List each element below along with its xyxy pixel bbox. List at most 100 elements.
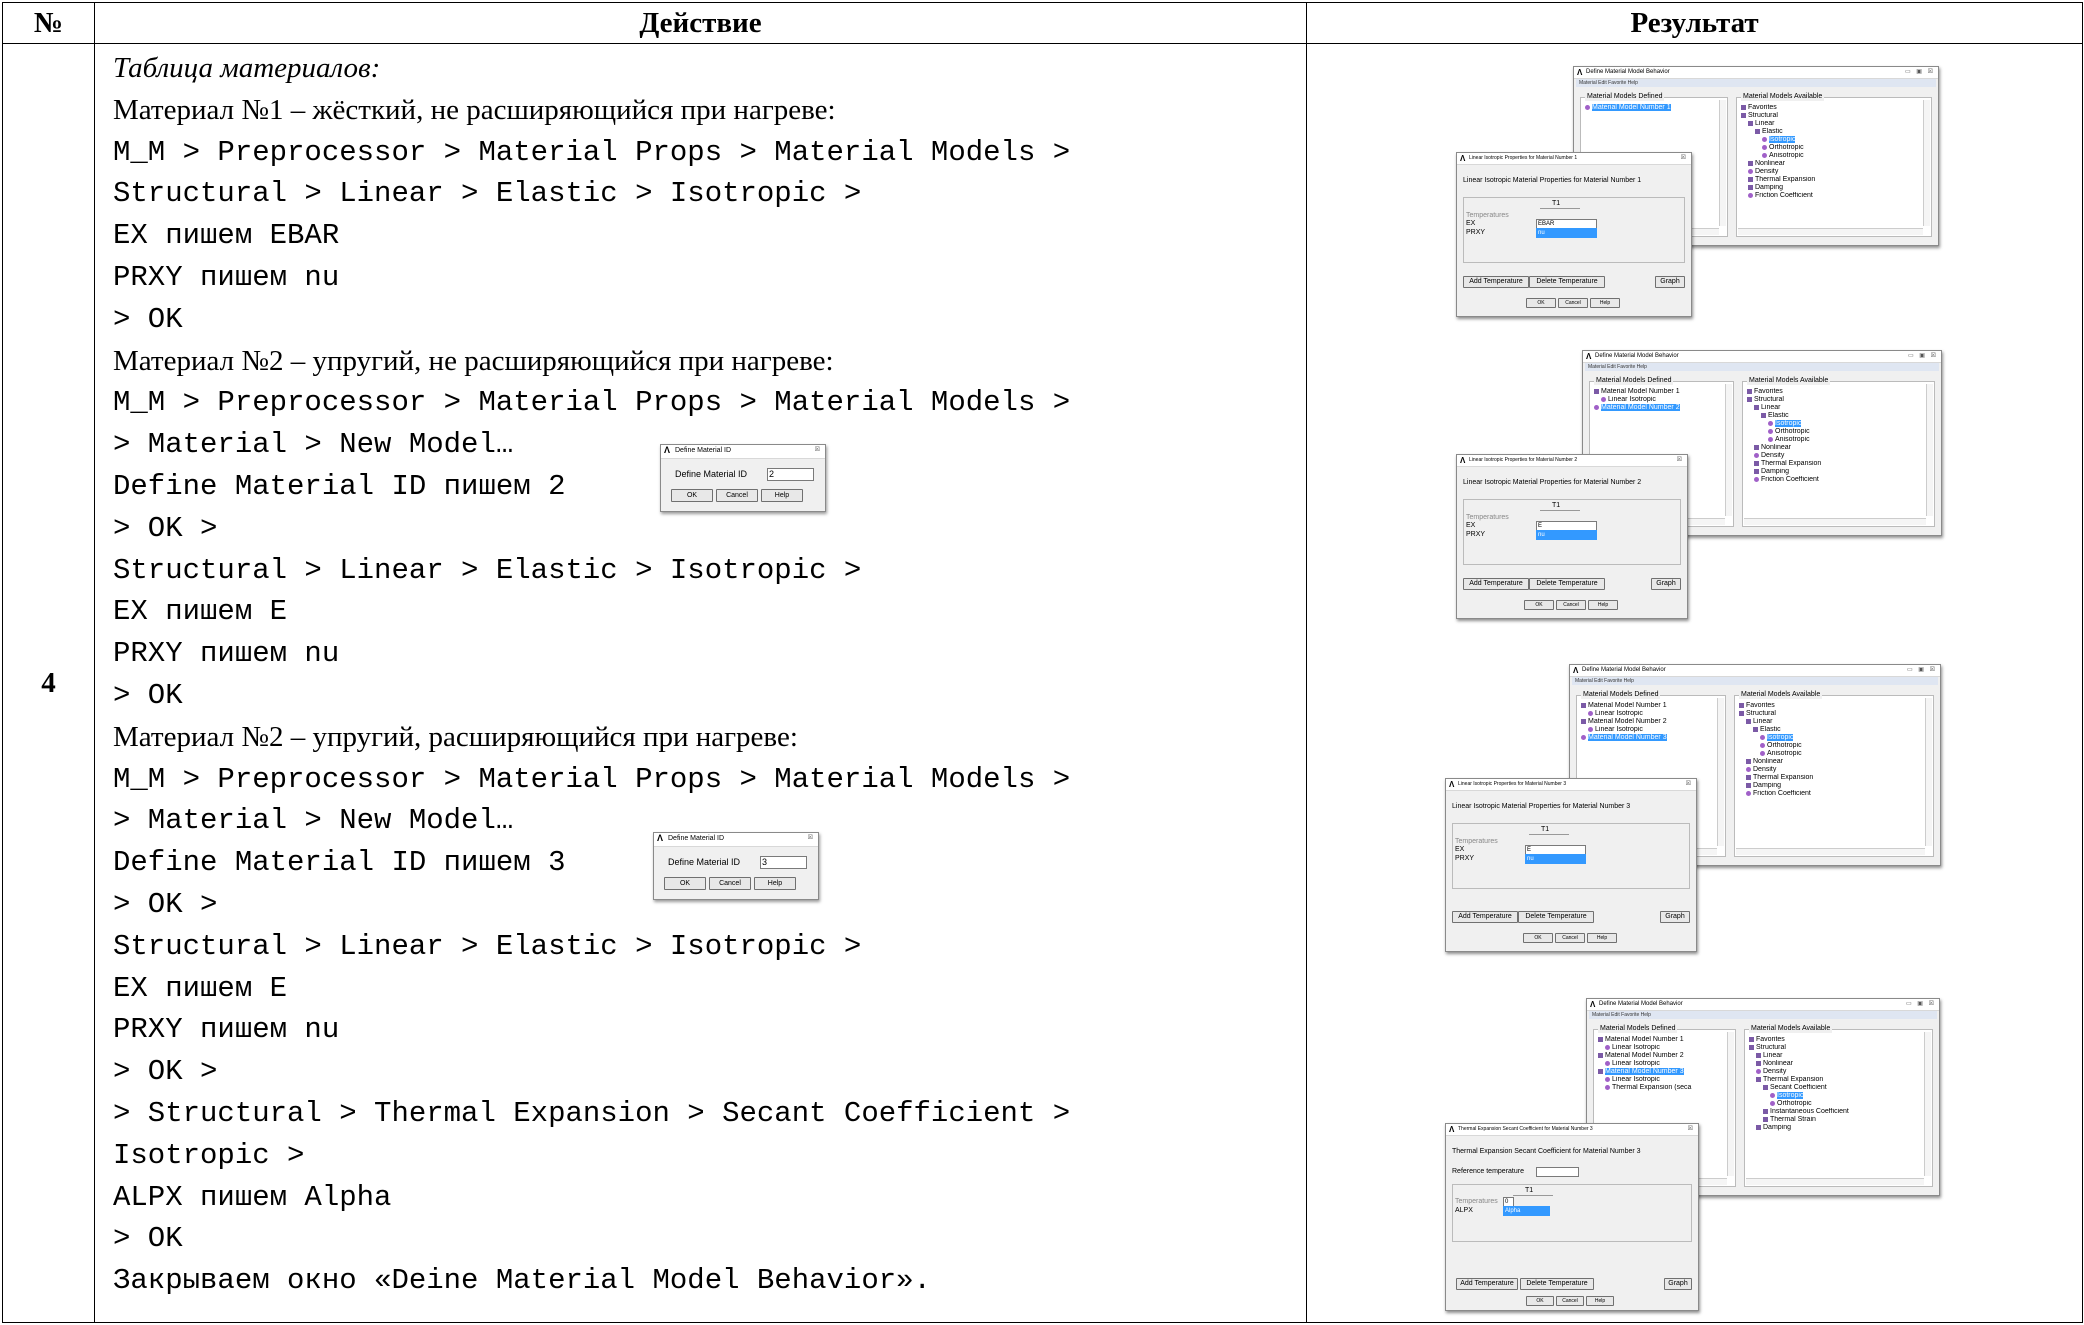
tree-item[interactable]: Linear [1747, 404, 1924, 412]
tree-item[interactable]: Material Model Number 1 [1594, 388, 1723, 396]
tree-item[interactable]: Elastic [1747, 412, 1924, 420]
tree-item[interactable]: Density [1741, 168, 1921, 176]
scrollbar[interactable] [1717, 698, 1724, 846]
alpx-input[interactable]: Alpha [1503, 1206, 1550, 1216]
menu-bar[interactable]: Material Edit Favorite Help [1585, 363, 1939, 371]
property-input[interactable]: nu [1536, 530, 1597, 540]
tree-item[interactable]: Favorites [1739, 702, 1923, 710]
tree-item[interactable]: Structural [1739, 710, 1923, 718]
tree-item[interactable]: Linear Isotropic [1598, 1076, 1725, 1084]
scrollbar[interactable] [1727, 1032, 1734, 1176]
tree-item[interactable]: Nonlinear [1749, 1060, 1922, 1068]
cancel-button[interactable]: Cancel [1555, 933, 1585, 943]
material-id-input[interactable]: 2 [767, 468, 814, 481]
tree-item[interactable]: Isotropic [1747, 420, 1924, 428]
help-button[interactable]: Help [1590, 298, 1620, 308]
tree-item[interactable]: Material Model Number 3 [1581, 734, 1715, 742]
scrollbar[interactable] [1923, 100, 1930, 226]
scrollbar[interactable] [1744, 518, 1926, 525]
close-icon[interactable]: ☒ [815, 446, 822, 454]
tree-item[interactable]: Linear Isotropic [1594, 396, 1723, 404]
close-icon[interactable]: ☒ [1681, 154, 1688, 162]
cancel-button[interactable]: Cancel [716, 489, 758, 502]
tree-item[interactable]: Structural [1749, 1044, 1922, 1052]
tree-item[interactable]: Elastic [1741, 128, 1921, 136]
delete-temperature-button[interactable]: Delete Temperature [1520, 1278, 1594, 1290]
tree-item[interactable]: Damping [1739, 782, 1923, 790]
tree-item[interactable]: Orthotropic [1747, 428, 1924, 436]
ok-button[interactable]: OK [1524, 600, 1554, 610]
graph-button[interactable]: Graph [1655, 276, 1685, 288]
tree-item[interactable]: Density [1739, 766, 1923, 774]
cancel-button[interactable]: Cancel [1558, 298, 1588, 308]
tree-item[interactable]: Linear [1741, 120, 1921, 128]
tree-item[interactable]: Damping [1747, 468, 1924, 476]
menu-bar[interactable]: Material Edit Favorite Help [1589, 1011, 1937, 1019]
tree-item[interactable]: Material Model Number 2 [1594, 404, 1723, 412]
tree-item[interactable]: Anisotropic [1739, 750, 1923, 758]
tree-item[interactable]: Anisotropic [1741, 152, 1921, 160]
tree-item[interactable]: Favorites [1741, 104, 1921, 112]
scrollbar[interactable] [1924, 1032, 1931, 1176]
tree-item[interactable]: Isotropic [1739, 734, 1923, 742]
ok-button[interactable]: OK [1526, 298, 1556, 308]
tree-item[interactable]: Anisotropic [1747, 436, 1924, 444]
scrollbar[interactable] [1719, 100, 1726, 226]
tree-item[interactable]: Linear Isotropic [1598, 1044, 1725, 1052]
tree-item[interactable]: Structural [1741, 112, 1921, 120]
tree-item[interactable]: Friction Coefficient [1741, 192, 1921, 200]
tree-item[interactable]: Nonlinear [1747, 444, 1924, 452]
delete-temperature-button[interactable]: Delete Temperature [1518, 911, 1594, 923]
help-button[interactable]: Help [1587, 933, 1617, 943]
tree-item[interactable]: Linear Isotropic [1581, 710, 1715, 718]
tree-item[interactable]: Orthotropic [1739, 742, 1923, 750]
tree-item[interactable]: Favorites [1749, 1036, 1922, 1044]
cancel-button[interactable]: Cancel [1556, 600, 1586, 610]
material-id-input[interactable]: 3 [760, 856, 807, 869]
window-controls-icon[interactable]: ▭ ▣ ☒ [1907, 666, 1937, 674]
tree-item[interactable]: Friction Coefficient [1747, 476, 1924, 484]
cancel-button[interactable]: Cancel [1556, 1296, 1584, 1306]
tree-item[interactable]: Thermal Strain [1749, 1116, 1922, 1124]
close-icon[interactable]: ☒ [808, 834, 815, 842]
help-button[interactable]: Help [754, 877, 796, 890]
tree-item[interactable]: Nonlinear [1741, 160, 1921, 168]
delete-temperature-button[interactable]: Delete Temperature [1529, 578, 1605, 590]
ok-button[interactable]: OK [664, 877, 706, 890]
scrollbar[interactable] [1736, 848, 1925, 855]
tree-item[interactable]: Secant Coefficient [1749, 1084, 1922, 1092]
property-input[interactable]: nu [1536, 228, 1597, 238]
tree-item[interactable]: Material Model Number 2 [1581, 718, 1715, 726]
tree-item[interactable]: Density [1749, 1068, 1922, 1076]
help-button[interactable]: Help [761, 489, 803, 502]
tree-item[interactable]: Linear Isotropic [1581, 726, 1715, 734]
tree-item[interactable]: Thermal Expansion [1741, 176, 1921, 184]
tree-item[interactable]: Material Model Number 3 [1598, 1068, 1725, 1076]
tree-item[interactable]: Thermal Expansion [1747, 460, 1924, 468]
scrollbar[interactable] [1926, 384, 1933, 516]
tree-item[interactable]: Linear [1749, 1052, 1922, 1060]
delete-temperature-button[interactable]: Delete Temperature [1529, 276, 1605, 288]
menu-bar[interactable]: Material Edit Favorite Help [1576, 79, 1936, 87]
ok-button[interactable]: OK [1526, 1296, 1554, 1306]
tree-item[interactable]: Isotropic [1749, 1092, 1922, 1100]
tree-item[interactable]: Thermal Expansion [1739, 774, 1923, 782]
tree-item[interactable]: Isotropic [1741, 136, 1921, 144]
tree-item[interactable]: Favorites [1747, 388, 1924, 396]
ok-button[interactable]: OK [671, 489, 713, 502]
scrollbar[interactable] [1925, 698, 1932, 846]
tree-item[interactable]: Thermal Expansion (seca [1598, 1084, 1725, 1092]
tree-item[interactable]: Structural [1747, 396, 1924, 404]
tree-item[interactable]: Material Model Number 1 [1585, 104, 1717, 112]
tree-item[interactable]: Friction Coefficient [1739, 790, 1923, 798]
scrollbar[interactable] [1738, 228, 1923, 235]
window-controls-icon[interactable]: ▭ ▣ ☒ [1906, 1000, 1936, 1008]
close-icon[interactable]: ☒ [1677, 456, 1684, 464]
reference-temperature-input[interactable] [1536, 1167, 1579, 1177]
add-temperature-button[interactable]: Add Temperature [1463, 276, 1529, 288]
tree-item[interactable]: Instantaneous Coefficient [1749, 1108, 1922, 1116]
tree-item[interactable]: Linear Isotropic [1598, 1060, 1725, 1068]
tree-item[interactable]: Damping [1741, 184, 1921, 192]
cancel-button[interactable]: Cancel [709, 877, 751, 890]
tree-item[interactable]: Orthotropic [1749, 1100, 1922, 1108]
